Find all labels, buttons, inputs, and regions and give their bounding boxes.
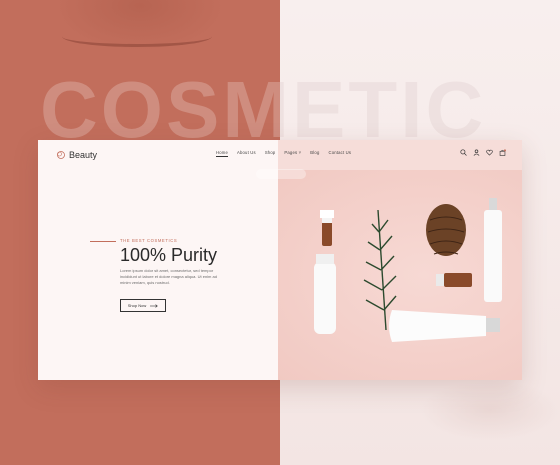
site-navbar: Beauty Home About Us Shop Pages ˅ Blog C… xyxy=(38,140,522,170)
heart-icon[interactable] xyxy=(486,149,493,156)
background-headline-right: COSMETIC xyxy=(280,65,487,154)
menu-item-about-us[interactable]: About Us xyxy=(237,150,256,157)
menu-item-home[interactable]: Home xyxy=(216,150,228,157)
menu-item-blog[interactable]: Blog xyxy=(310,150,319,157)
blurred-search-pill xyxy=(256,169,306,179)
tagline-rule xyxy=(90,241,116,242)
menu-item-pages[interactable]: Pages ˅ xyxy=(284,150,301,157)
cosmetics-flatlay-image xyxy=(314,198,502,342)
background-headline: COSMETIC xyxy=(40,65,280,154)
website-preview-card: Beauty Home About Us Shop Pages ˅ Blog C… xyxy=(38,140,522,380)
product-photo xyxy=(278,170,522,380)
menu-item-shop[interactable]: Shop xyxy=(265,150,276,157)
main-menu: Home About Us Shop Pages ˅ Blog Contact … xyxy=(216,150,351,157)
search-icon[interactable] xyxy=(460,149,467,156)
brand-logo[interactable]: Beauty xyxy=(56,148,97,162)
shop-now-label: Shop Now xyxy=(127,303,147,308)
user-icon[interactable] xyxy=(473,149,480,156)
cart-icon[interactable] xyxy=(499,149,506,156)
arrow-right-icon xyxy=(150,303,159,308)
brand-name: Beauty xyxy=(69,150,98,160)
hero-tagline: THE BEST COSMETICS xyxy=(120,238,178,243)
hero-description: Lorem ipsum dolor sit amet, consectetur,… xyxy=(120,268,217,285)
hero-title: 100% Purity xyxy=(120,245,218,265)
header-tools xyxy=(460,149,506,156)
shop-now-button[interactable]: Shop Now xyxy=(120,299,166,312)
flower-logo-icon xyxy=(57,151,65,159)
card-right-panel xyxy=(278,140,522,380)
menu-item-contact-us[interactable]: Contact Us xyxy=(328,150,351,157)
